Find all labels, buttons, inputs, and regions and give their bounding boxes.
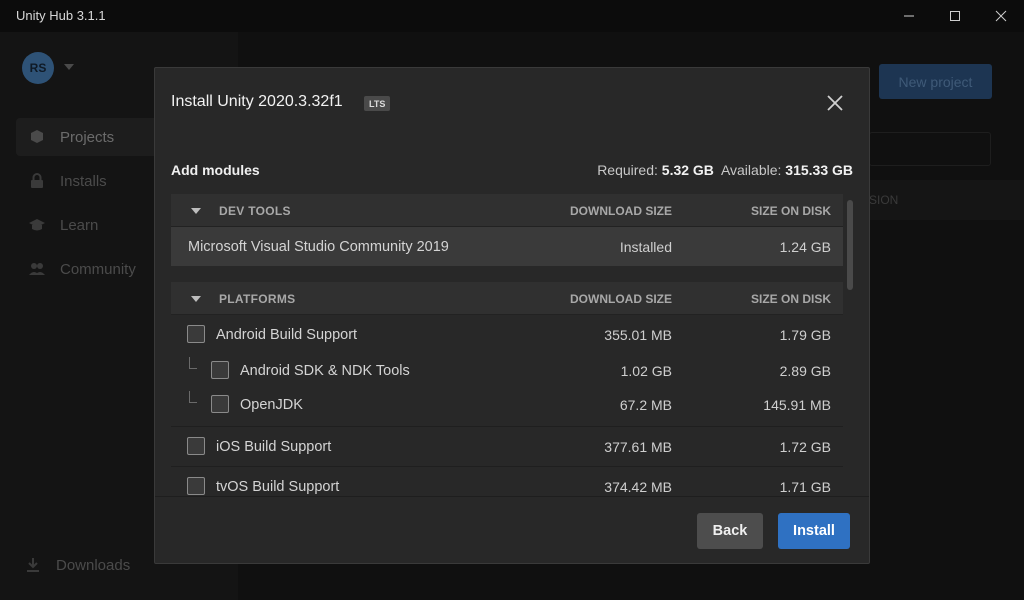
sidebar-item-label: Learn: [60, 216, 99, 234]
chevron-down-icon[interactable]: [191, 296, 201, 302]
size-on-disk: 1.72 GB: [779, 439, 831, 455]
module-name: Android SDK & NDK Tools: [240, 363, 410, 379]
size-on-disk: 1.24 GB: [779, 239, 831, 255]
download-size: 1.02 GB: [620, 363, 672, 379]
sidebar-item-label: Projects: [60, 128, 115, 146]
group-header-platforms[interactable]: PLATFORMS DOWNLOAD SIZE SIZE ON DISK: [171, 282, 843, 315]
list-item: tvOS Build Support 374.42 MB 1.71 GB: [171, 477, 843, 496]
divider: [171, 426, 843, 427]
required-value: 5.32 GB: [661, 162, 714, 178]
available-value: 315.33 GB: [785, 162, 853, 178]
module-name: Android Build Support: [216, 327, 358, 343]
cube-icon: [31, 130, 43, 143]
module-checkbox[interactable]: [187, 325, 205, 343]
size-on-disk: 1.71 GB: [779, 479, 831, 495]
minimize-button[interactable]: [886, 0, 932, 32]
lock-icon: [31, 173, 43, 188]
dialog-close-button[interactable]: [825, 93, 845, 113]
module-checkbox[interactable]: [187, 477, 205, 495]
chevron-down-icon[interactable]: [191, 208, 201, 214]
new-project-button[interactable]: New project: [879, 64, 992, 99]
people-icon: [29, 263, 45, 275]
tree-connector: [189, 357, 197, 369]
window-title: Unity Hub 3.1.1: [16, 8, 106, 23]
tree-connector: [189, 391, 197, 403]
size-on-disk: 1.79 GB: [779, 327, 831, 343]
title-bar: Unity Hub 3.1.1: [0, 0, 1024, 32]
window-close-button[interactable]: [978, 0, 1024, 32]
lts-badge: LTS: [364, 96, 391, 111]
download-size: 67.2 MB: [619, 397, 672, 413]
column-download-size: DOWNLOAD SIZE: [570, 204, 672, 218]
back-button[interactable]: Back: [697, 513, 763, 549]
search-input[interactable]: [869, 132, 991, 166]
avatar[interactable]: RS: [22, 52, 54, 84]
divider: [171, 466, 843, 467]
chevron-down-icon[interactable]: [64, 64, 74, 70]
sidebar-item-label: Community: [60, 260, 136, 278]
dialog-title: Install Unity 2020.3.32f1: [171, 93, 343, 110]
module-name: Microsoft Visual Studio Community 2019: [188, 239, 449, 255]
maximize-icon: [950, 11, 960, 21]
close-icon: [995, 10, 1007, 22]
available-label: Available:: [720, 162, 782, 178]
add-modules-heading: Add modules: [171, 162, 260, 178]
download-size: 377.61 MB: [604, 439, 672, 455]
list-item: OpenJDK 67.2 MB 145.91 MB: [171, 391, 843, 417]
group-name: PLATFORMS: [219, 292, 296, 306]
install-button[interactable]: Install: [778, 513, 850, 549]
sidebar-item-label: Installs: [60, 172, 107, 190]
module-name: tvOS Build Support: [216, 479, 340, 495]
minimize-icon: [904, 15, 914, 17]
list-item: Microsoft Visual Studio Community 2019 I…: [171, 227, 843, 266]
list-item: Android Build Support 355.01 MB 1.79 GB: [171, 325, 843, 347]
column-header-version: SION: [869, 193, 899, 207]
scrollbar[interactable]: [847, 200, 853, 290]
download-size: 374.42 MB: [604, 479, 672, 495]
column-size-on-disk: SIZE ON DISK: [750, 292, 831, 306]
size-on-disk: 145.91 MB: [763, 397, 831, 413]
column-size-on-disk: SIZE ON DISK: [750, 204, 831, 218]
close-icon: [827, 95, 843, 111]
module-checkbox[interactable]: [211, 361, 229, 379]
size-on-disk: 2.89 GB: [779, 363, 831, 379]
download-icon: [27, 558, 39, 572]
download-size: 355.01 MB: [604, 327, 672, 343]
group-name: DEV TOOLS: [219, 204, 291, 218]
required-label: Required:: [597, 162, 658, 178]
list-item: iOS Build Support 377.61 MB 1.72 GB: [171, 437, 843, 459]
install-modules-dialog: Install Unity 2020.3.32f1 LTS Add module…: [154, 67, 870, 564]
disk-space-info: Required: 5.32 GB Available: 315.33 GB: [597, 162, 853, 178]
module-name: iOS Build Support: [216, 439, 332, 455]
maximize-button[interactable]: [932, 0, 978, 32]
module-name: OpenJDK: [240, 397, 303, 413]
sidebar-item-label: Downloads: [56, 556, 131, 574]
group-header-dev-tools[interactable]: DEV TOOLS DOWNLOAD SIZE SIZE ON DISK: [171, 194, 843, 227]
column-download-size: DOWNLOAD SIZE: [570, 292, 672, 306]
graduation-cap-icon: [29, 219, 45, 231]
download-size: Installed: [619, 239, 672, 255]
module-checkbox[interactable]: [187, 437, 205, 455]
list-item: Android SDK & NDK Tools 1.02 GB 2.89 GB: [171, 357, 843, 383]
modules-list[interactable]: DEV TOOLS DOWNLOAD SIZE SIZE ON DISK Mic…: [171, 194, 843, 496]
module-checkbox[interactable]: [211, 395, 229, 413]
divider: [155, 496, 869, 497]
